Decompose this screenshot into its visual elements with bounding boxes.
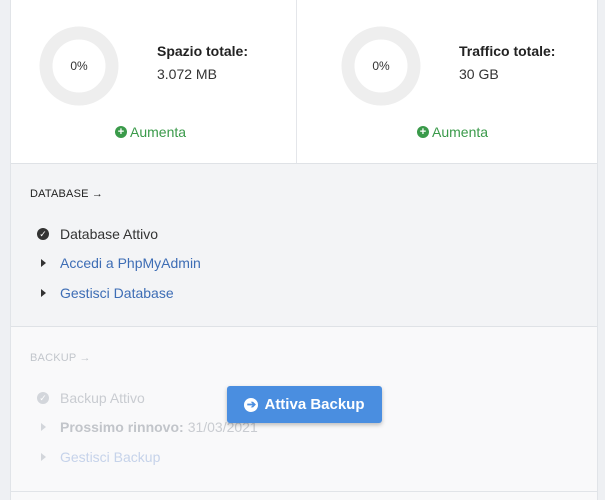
space-donut-chart: 0% [39,26,119,106]
check-circle-icon: ✓ [37,228,49,240]
manage-database-link-label[interactable]: Gestisci Database [60,285,174,301]
caret-right-icon [40,259,46,267]
check-circle-icon: ✓ [37,392,49,404]
activate-backup-button[interactable]: ➔ Attiva Backup [227,386,382,423]
backup-renewal: Prossimo rinnovo: 31/03/2021 [37,419,258,435]
caret-right-icon [40,289,46,297]
traffic-percent-label: 0% [372,59,390,73]
traffic-donut-chart: 0% [341,26,421,106]
space-value: 3.072 MB [157,66,217,82]
database-section-title[interactable]: DATABASE → [30,188,103,200]
plus-circle-icon: + [115,126,127,138]
increase-space-label: Aumenta [130,124,187,140]
backup-renewal-label: Prossimo rinnovo: [60,419,184,435]
space-percent-label: 0% [70,59,88,73]
database-status-label: Database Attivo [60,226,159,242]
caret-right-icon [40,423,46,431]
increase-traffic-link[interactable]: + Aumenta [417,124,488,140]
traffic-title: Traffico totale: [459,43,556,59]
usage-summary: 0% Spazio totale: 3.072 MB + Aumenta 0% … [11,0,597,164]
space-usage-card: 0% Spazio totale: 3.072 MB + Aumenta [11,0,296,163]
space-title: Spazio totale: [157,43,249,59]
increase-space-link[interactable]: + Aumenta [115,124,186,140]
backup-status: ✓ Backup Attivo [37,390,145,406]
database-section: DATABASE → ✓ Database Attivo Accedi a Ph… [11,164,597,327]
phpmyadmin-link[interactable]: Accedi a PhpMyAdmin [37,255,201,271]
traffic-value: 30 GB [459,66,499,82]
activate-backup-label: Attiva Backup [264,396,365,413]
manage-backup-link-label: Gestisci Backup [60,449,161,465]
plus-circle-icon: + [417,126,429,138]
hosting-panel: 0% Spazio totale: 3.072 MB + Aumenta 0% … [10,0,598,500]
manage-backup-link: Gestisci Backup [37,449,160,465]
database-status: ✓ Database Attivo [37,226,158,242]
traffic-usage-card: 0% Traffico totale: 30 GB + Aumenta [296,0,598,163]
manage-database-link[interactable]: Gestisci Database [37,285,174,301]
backup-status-label: Backup Attivo [60,390,145,406]
backup-section-title: BACKUP → [30,352,91,364]
phpmyadmin-link-label[interactable]: Accedi a PhpMyAdmin [60,255,201,271]
backup-section: BACKUP → ✓ Backup Attivo Prossimo rinnov… [11,328,597,492]
caret-right-icon [40,453,46,461]
increase-traffic-label: Aumenta [432,124,489,140]
arrow-circle-right-icon: ➔ [244,397,259,412]
